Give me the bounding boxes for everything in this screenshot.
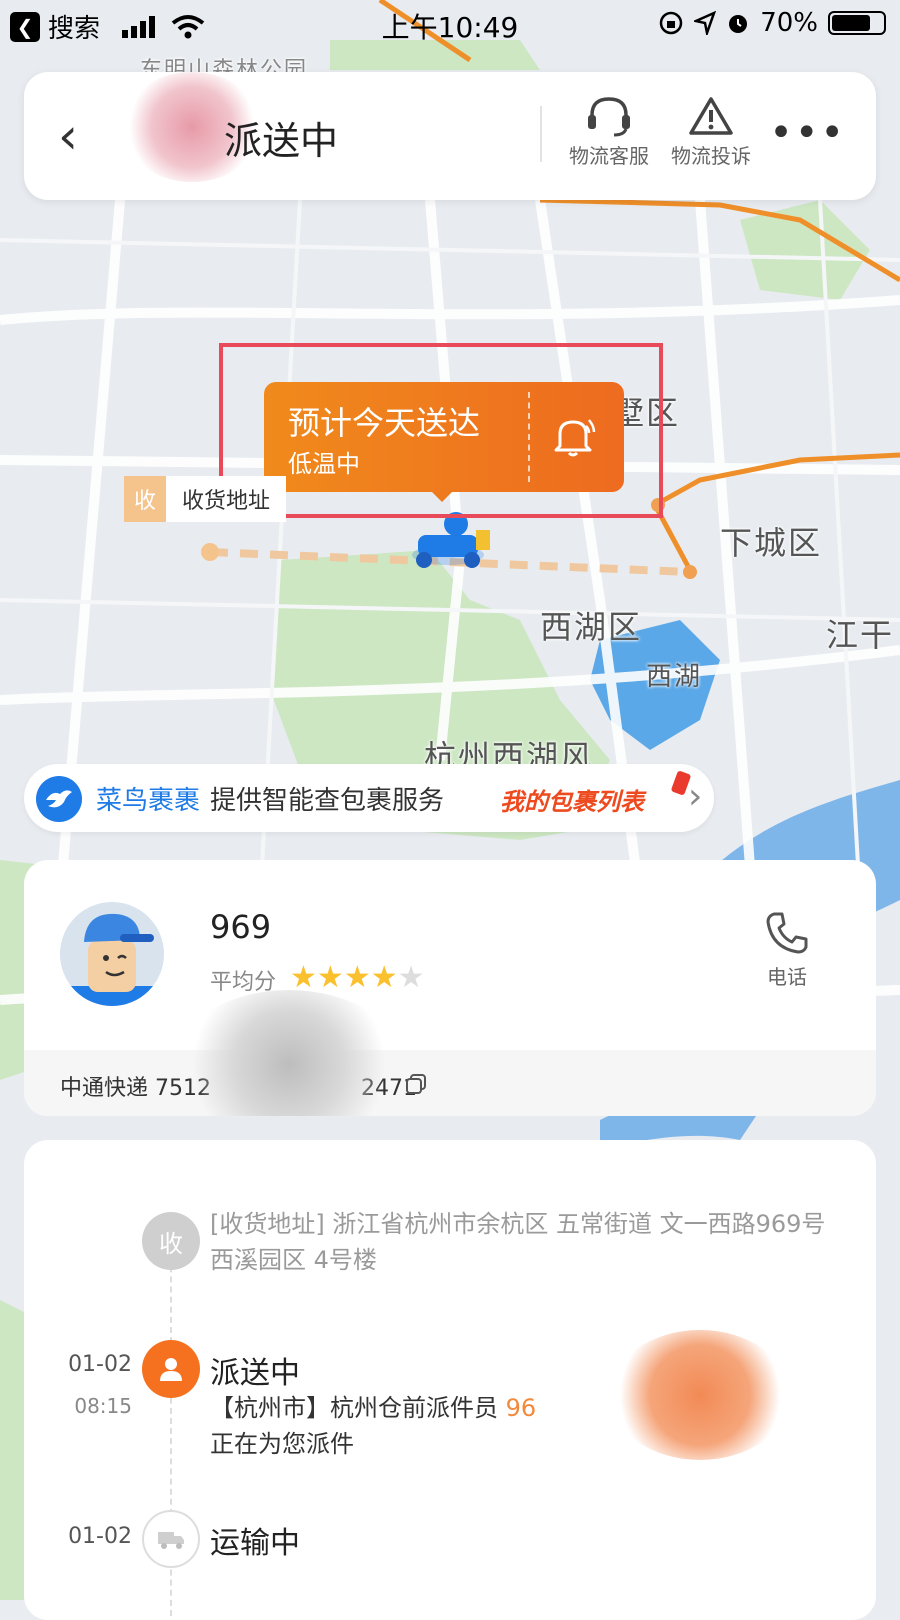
map-label-xihu-lake: 西湖 (646, 662, 703, 692)
courier-card: 969 平均分 ★★★★★ 电话 中通快递 75122471 (24, 860, 876, 1116)
star-filled-icon: ★ (343, 960, 371, 995)
timeline-node-address: 收 (142, 1212, 200, 1270)
logistics-service-button[interactable]: 物流客服 (554, 92, 664, 169)
event-time: 08:15 (74, 1394, 132, 1418)
event-status: 派送中 (210, 1356, 300, 1391)
courier-name: 969 (210, 908, 272, 946)
star-empty-icon: ★ (397, 960, 425, 995)
cainiao-promo-bar[interactable]: 菜鸟裹裹 提供智能查包裹服务 我的包裹列表 › (24, 764, 714, 832)
receiver-tag-key: 收 (124, 476, 166, 522)
header-card: ‹ 派送中 物流客服 物流投诉 ••• (24, 72, 876, 200)
redacted-phone (610, 1330, 790, 1460)
chevron-right-icon: › (688, 776, 703, 817)
back-button[interactable]: ‹ (58, 108, 78, 164)
event-date: 01-02 (68, 1352, 132, 1377)
logistics-complaint-button[interactable]: 物流投诉 (656, 92, 766, 169)
logistics-service-label: 物流客服 (569, 144, 649, 168)
rotation-lock-icon (659, 11, 683, 35)
copy-icon[interactable] (404, 1072, 428, 1096)
logistics-complaint-label: 物流投诉 (671, 144, 751, 168)
more-icon[interactable]: ••• (769, 113, 846, 153)
battery-percent: 70% (760, 8, 818, 38)
rating-stars: ★★★★★ (290, 960, 425, 995)
map-label-jianggan: 江干 (826, 616, 895, 654)
battery-icon (828, 11, 886, 35)
status-bar: ❮ 搜索 上午10:49 70% (0, 0, 900, 48)
call-label: 电话 (767, 965, 807, 989)
courier-avatar (60, 902, 164, 1006)
eta-title: 预计今天送达 (288, 404, 481, 442)
location-icon (694, 11, 717, 35)
eta-bubble[interactable]: 预计今天送达 低温中 (264, 382, 624, 502)
tracking-row: 中通快递 75122471 (24, 990, 876, 1116)
eta-separator (528, 392, 530, 482)
warning-icon (689, 97, 733, 135)
bell-icon[interactable] (548, 412, 598, 462)
star-filled-icon: ★ (370, 960, 398, 995)
event-status: 运输中 (210, 1526, 300, 1561)
receiver-tag-value: 收货地址 (166, 476, 287, 522)
courier-scooter-icon (412, 512, 490, 568)
star-filled-icon: ★ (316, 960, 344, 995)
header-divider (540, 106, 542, 162)
truck-icon (142, 1510, 200, 1568)
my-package-list-link[interactable]: 我的包裹列表 (500, 782, 644, 817)
page-title: 派送中 (224, 119, 339, 163)
receiver-tag: 收 收货地址 (124, 476, 287, 522)
phone-icon (766, 912, 808, 954)
map-label-xiacheng: 下城区 (720, 524, 823, 562)
call-button[interactable]: 电话 (764, 910, 810, 990)
person-icon (142, 1340, 200, 1398)
eta-subtitle: 低温中 (288, 450, 360, 478)
cainiao-brand: 菜鸟裹裹 (96, 786, 201, 816)
receiver-address: [收货地址] 浙江省杭州市余杭区 五常街道 文一西路969号西溪园区 4号楼 (210, 1210, 826, 1274)
event-date: 01-02 (68, 1524, 132, 1549)
headset-icon (588, 97, 630, 137)
alarm-icon (729, 15, 748, 33)
map-label-xihu-district: 西湖区 (540, 608, 643, 646)
redacted-tracking (174, 990, 404, 1116)
cainiao-logo-icon (36, 776, 82, 822)
cainiao-promo-text: 提供智能查包裹服务 (210, 786, 445, 816)
